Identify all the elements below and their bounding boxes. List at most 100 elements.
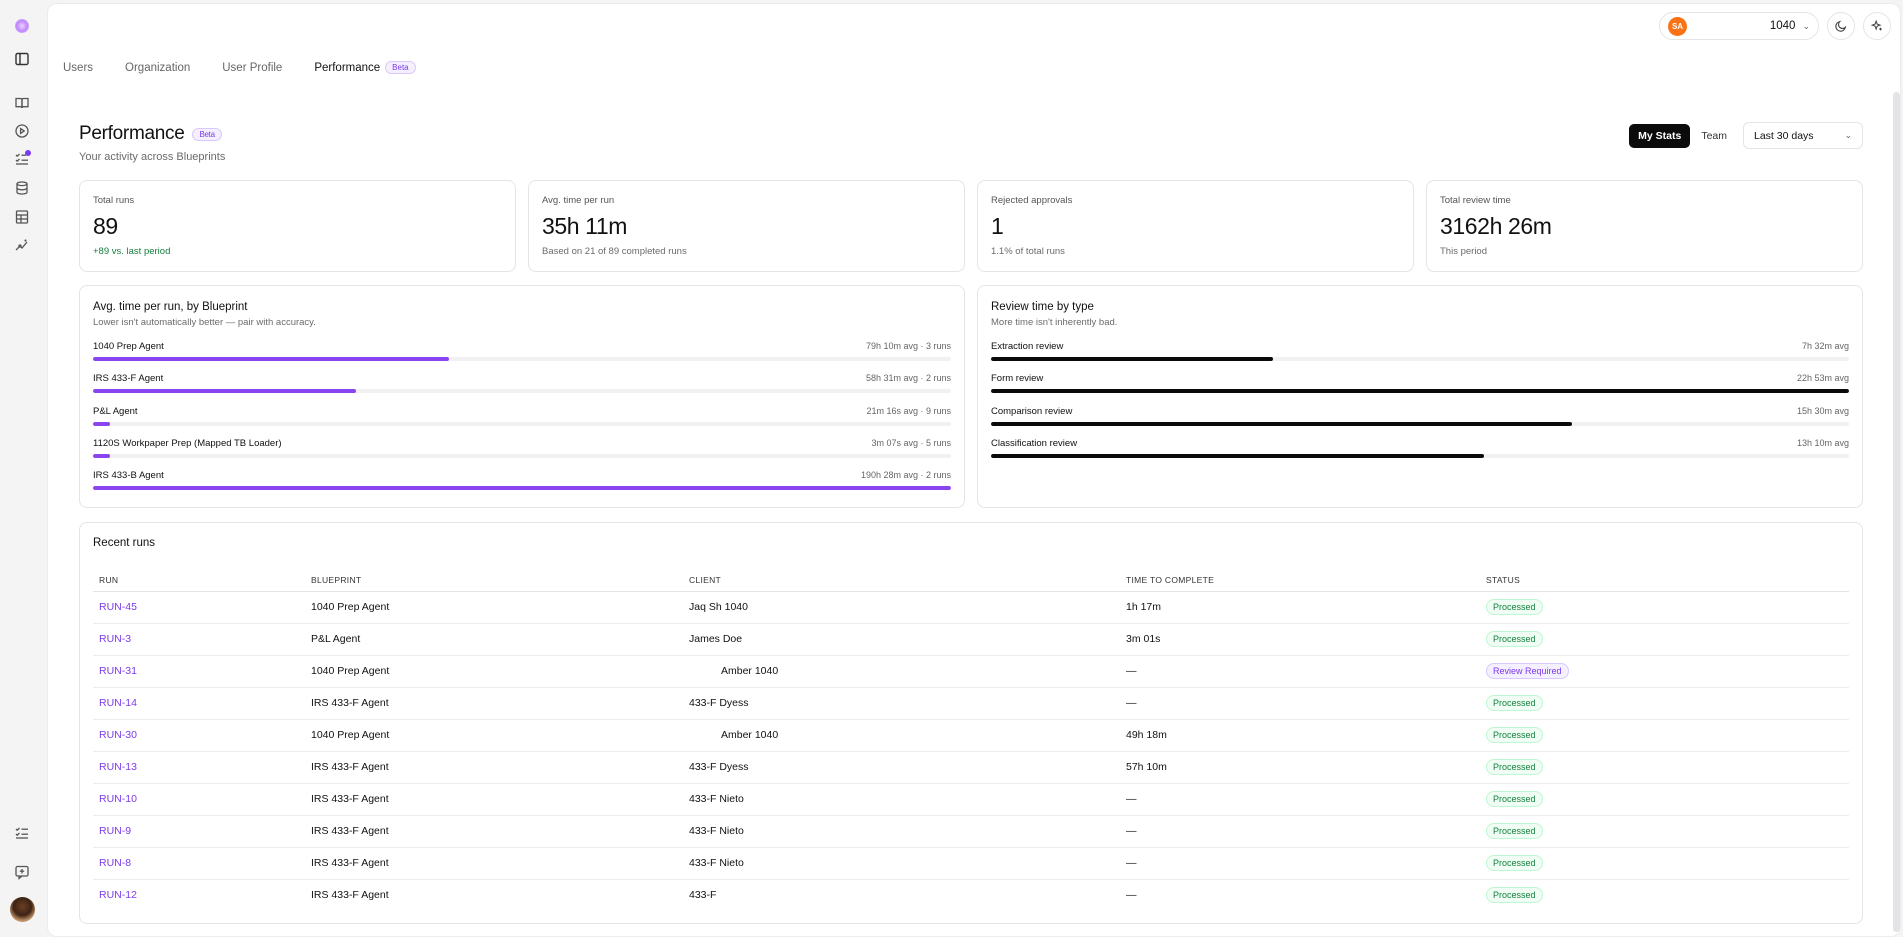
beta-badge: Beta (385, 61, 416, 74)
stat-value: 1 (991, 213, 1004, 239)
tab-performance[interactable]: Performance Beta (314, 61, 416, 74)
bar-track (991, 453, 1849, 458)
bar-track (93, 486, 951, 491)
bar-row-header: Comparison review 15h 30m avg (991, 406, 1849, 417)
date-range-select[interactable]: Last 30 days ⌄ (1743, 122, 1863, 149)
run-link[interactable]: RUN-9 (93, 815, 305, 848)
table-row[interactable]: RUN-9 IRS 433-F Agent 433-F Nieto — Processe… (93, 815, 1849, 848)
panel-title: Review time by type (991, 301, 1094, 313)
bar-row-header: 1040 Prep Agent 79h 10m avg · 3 runs (93, 341, 951, 352)
blueprint-cell: IRS 433-F Agent (305, 751, 683, 784)
my-stats-button[interactable]: My Stats (1629, 123, 1691, 148)
page-subtitle: Your activity across Blueprints (79, 151, 226, 163)
bar-meta: 21m 16s avg · 9 runs (866, 405, 951, 416)
table-row[interactable]: RUN-31 1040 Prep Agent Amber 1040— Review R… (93, 655, 1849, 688)
table-row[interactable]: RUN-14 IRS 433-F Agent 433-F Dyess — Process… (93, 687, 1849, 720)
column-header-blueprint: BLUEPRINT (305, 569, 683, 592)
bar-row-header: IRS 433-B Agent 190h 28m avg · 2 runs (93, 470, 951, 481)
client-cell: James Doe (683, 623, 1120, 656)
table-row[interactable]: RUN-3 P&L Agent James Doe 3m 01s Processed (93, 623, 1849, 656)
run-link[interactable]: RUN-13 (93, 751, 305, 784)
tab-organization[interactable]: Organization (125, 61, 190, 74)
date-range-value: Last 30 days (1754, 129, 1814, 142)
blueprint-cell: 1040 Prep Agent (305, 591, 683, 624)
bar-row: Comparison review 15h 30m avg (991, 406, 1849, 438)
bar-track (93, 357, 951, 361)
status-badge: Processed (1486, 855, 1543, 871)
table-row[interactable]: RUN-8 IRS 433-F Agent 433-F Nieto — Processe… (93, 847, 1849, 880)
blueprint-cell: P&L Agent (305, 623, 683, 656)
stat-label: Total runs (93, 195, 135, 206)
assistant-button[interactable] (1863, 12, 1891, 40)
table-icon[interactable] (11, 206, 33, 228)
scope-toggle: My Stats Team (1629, 123, 1736, 148)
table-row[interactable]: RUN-13 IRS 433-F Agent 433-F Dyess 57h 10m P… (93, 751, 1849, 784)
table-row[interactable]: RUN-45 1040 Prep Agent Jaq Sh 1040 1h 17m Pr… (93, 591, 1849, 624)
status-badge: Processed (1486, 791, 1543, 807)
tab-user-profile[interactable]: User Profile (222, 61, 282, 74)
database-icon[interactable] (11, 177, 33, 199)
status-cell: Processed (1480, 815, 1849, 848)
client-cell: Amber 1040 (683, 655, 1120, 688)
team-button[interactable]: Team (1692, 124, 1736, 148)
stat-cards: Total runs 89 +89 vs. last period Avg. t… (79, 180, 1863, 272)
user-avatar[interactable] (10, 897, 35, 922)
checklist-icon[interactable] (11, 822, 33, 844)
status-cell: Processed (1480, 591, 1849, 624)
feedback-icon[interactable] (11, 861, 33, 883)
book-icon[interactable] (11, 92, 33, 114)
run-link[interactable]: RUN-31 (93, 655, 305, 688)
bar-label: IRS 433-B Agent (93, 470, 164, 482)
stat-card-rejected: Rejected approvals 1 1.1% of total runs (977, 180, 1414, 272)
table-row[interactable]: RUN-12 IRS 433-F Agent 433-F — Processed (93, 879, 1849, 911)
run-link[interactable]: RUN-30 (93, 719, 305, 752)
run-link[interactable]: RUN-10 (93, 783, 305, 816)
column-header-status: STATUS (1480, 569, 1849, 592)
top-right-controls: SA 1040 ⌄ (1659, 12, 1891, 40)
run-link[interactable]: RUN-3 (93, 623, 305, 656)
time-cell: 3m 01s (1120, 623, 1480, 656)
bar-row: Form review 22h 53m avg (991, 373, 1849, 405)
status-badge: Processed (1486, 599, 1543, 615)
notification-dot (25, 150, 31, 156)
run-link[interactable]: RUN-45 (93, 591, 305, 624)
status-cell: Processed (1480, 879, 1849, 911)
stat-card-total-runs: Total runs 89 +89 vs. last period (79, 180, 516, 272)
status-badge: Processed (1486, 631, 1543, 647)
tab-users[interactable]: Users (63, 61, 93, 74)
bar-label: IRS 433-F Agent (93, 373, 164, 385)
bar-meta: 15h 30m avg (1796, 405, 1849, 416)
breakdown-panels: Avg. time per run, by Blueprint Lower is… (79, 285, 1863, 508)
stat-value: 35h 11m (542, 213, 627, 239)
sidebar-toggle-icon[interactable] (11, 48, 33, 70)
scrollbar[interactable] (1893, 92, 1900, 932)
time-cell: — (1120, 687, 1480, 720)
blueprint-time-panel: Avg. time per run, by Blueprint Lower is… (79, 285, 965, 508)
table-row[interactable]: RUN-10 IRS 433-F Agent 433-F Nieto — Process… (93, 783, 1849, 816)
stat-value: 3162h 26m (1440, 213, 1552, 239)
run-link[interactable]: RUN-8 (93, 847, 305, 880)
bar-fill (93, 389, 357, 394)
stat-note: +89 vs. last period (93, 246, 171, 257)
run-link[interactable]: RUN-12 (93, 879, 305, 911)
bar-track (93, 453, 951, 458)
bar-meta: 58h 31m avg · 2 runs (865, 373, 951, 384)
logo-icon[interactable] (15, 19, 29, 33)
sparkle-icon[interactable] (11, 234, 33, 256)
panel-subtitle: Lower isn't automatically better — pair … (93, 317, 316, 328)
bar-meta: 13h 10m avg (1796, 437, 1849, 448)
stat-label: Rejected approvals (991, 195, 1073, 206)
client-cell: 433-F Dyess (683, 687, 1120, 720)
status-cell: Processed (1480, 623, 1849, 656)
bar-track (93, 421, 951, 426)
time-cell: — (1120, 847, 1480, 880)
page-header: Performance Beta Your activity across Bl… (79, 123, 225, 163)
time-cell: — (1120, 655, 1480, 688)
panel-subtitle: More time isn't inherently bad. (991, 317, 1118, 328)
review-bar-list: Extraction review 7h 32m avg Form review 22… (991, 341, 1849, 470)
run-link[interactable]: RUN-14 (93, 687, 305, 720)
table-row[interactable]: RUN-30 1040 Prep Agent Amber 1040 49h 18m Pr… (93, 719, 1849, 752)
play-icon[interactable] (11, 120, 33, 142)
theme-toggle-button[interactable] (1827, 12, 1855, 40)
org-switcher[interactable]: SA 1040 ⌄ (1659, 12, 1819, 40)
